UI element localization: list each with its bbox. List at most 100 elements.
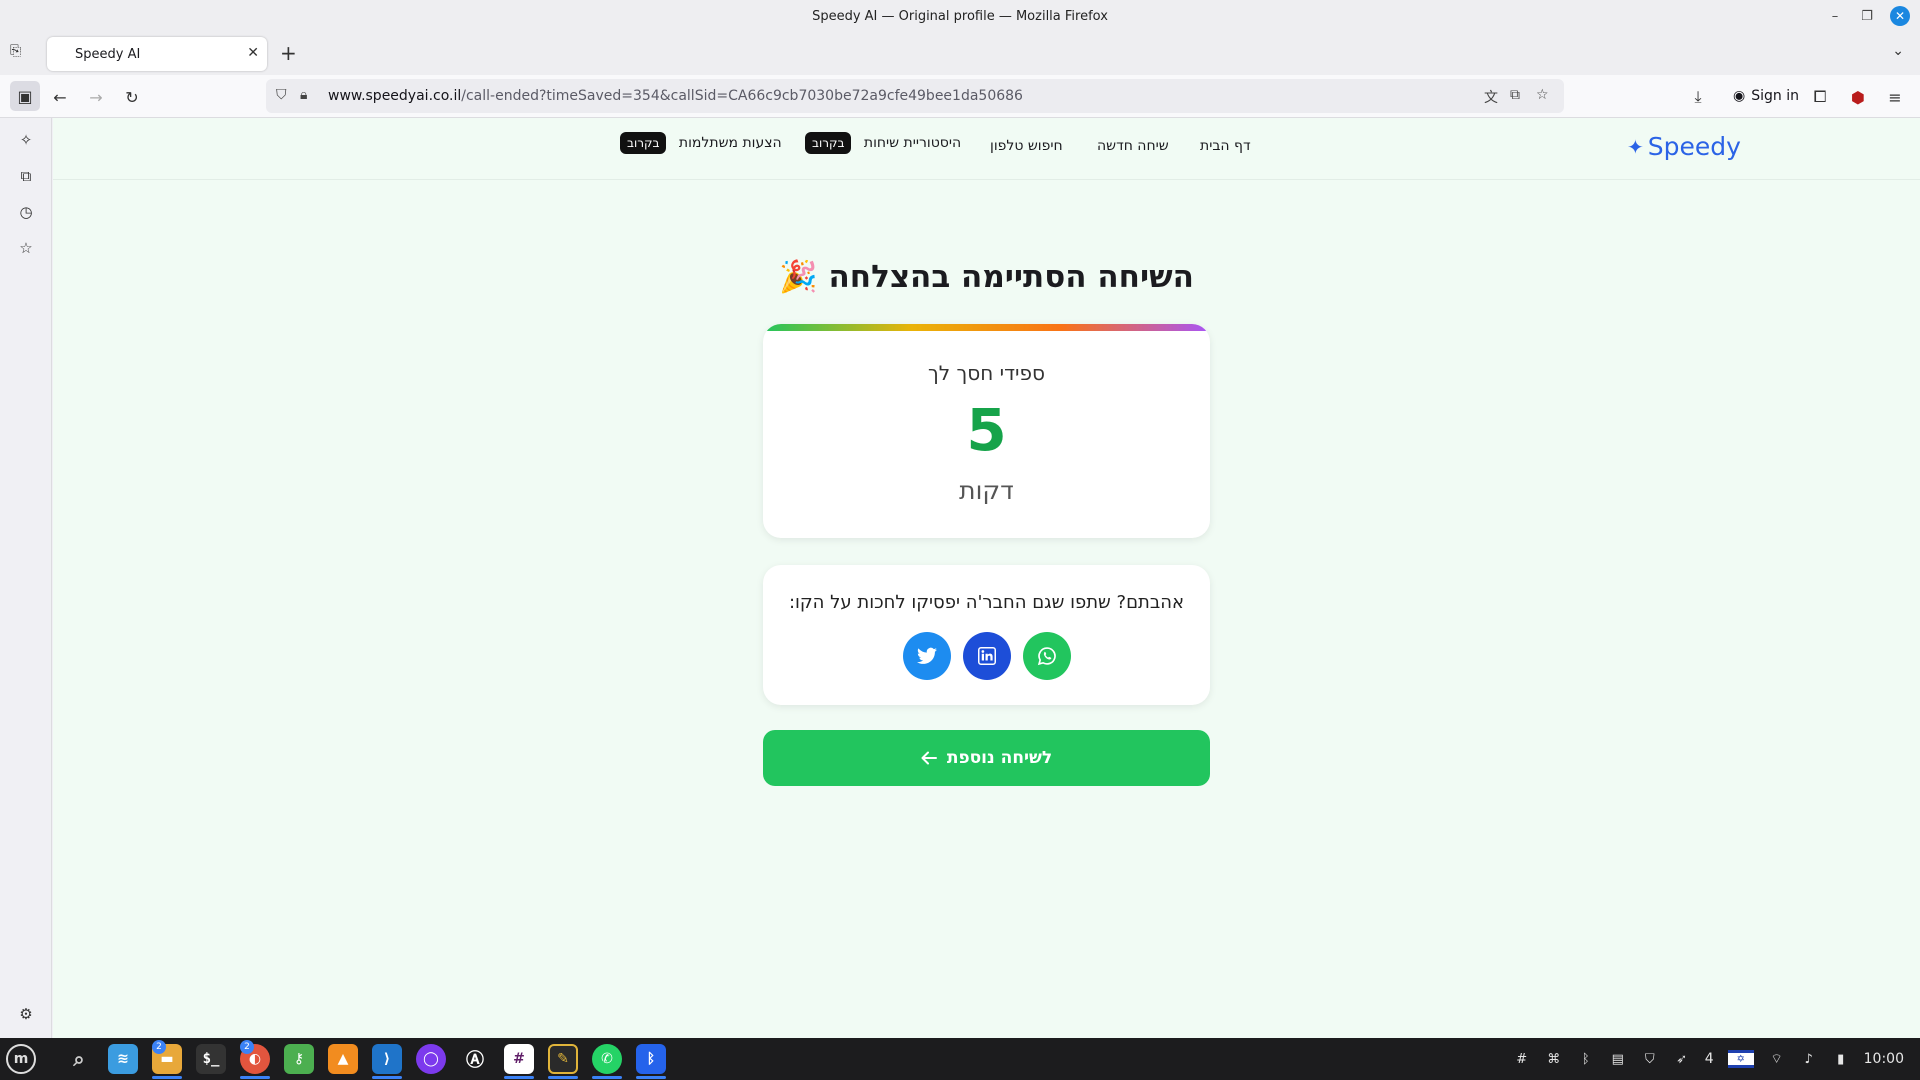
- history-icon[interactable]: ◷: [16, 202, 36, 222]
- share-prompt: אהבתם? שתפו שגם החבר'ה יפסיקו לחכות על ה…: [788, 592, 1185, 613]
- wifi-icon[interactable]: ⌔: [1768, 1050, 1786, 1068]
- url-text[interactable]: www.speedyai.co.il/call-ended?timeSaved=…: [328, 88, 1023, 104]
- nav-call-history[interactable]: היסטוריית שיחות בקרוב: [805, 132, 961, 154]
- chevron-down-icon[interactable]: ⌄: [1892, 43, 1904, 59]
- clock[interactable]: 10:00: [1864, 1051, 1904, 1067]
- keyboard-layout-flag-icon[interactable]: ✡: [1727, 1050, 1754, 1068]
- ublock-icon[interactable]: ⬢: [1846, 85, 1870, 109]
- share-twitter-button[interactable]: [902, 632, 951, 680]
- ai-chat-icon[interactable]: ✧: [16, 130, 36, 150]
- forward-arrow-icon[interactable]: →: [84, 85, 108, 109]
- terminal-icon[interactable]: $_: [196, 1044, 226, 1074]
- vscode-icon[interactable]: ⟩: [372, 1044, 402, 1074]
- nav-home[interactable]: דף הבית: [1200, 138, 1251, 154]
- vlc-icon[interactable]: ▲: [328, 1044, 358, 1074]
- nav-suggestions-label: הצעות משתלמות: [678, 135, 782, 151]
- workspace-count: 4: [1704, 1051, 1714, 1067]
- time-saved-label: ספידי חסך לך: [928, 361, 1045, 385]
- share-buttons: [763, 632, 1210, 680]
- tab-label: Speedy AI: [75, 46, 141, 62]
- files-active-indicator: [152, 1076, 182, 1079]
- slack-icon[interactable]: #: [504, 1044, 534, 1074]
- inkscape-icon[interactable]: ✎: [548, 1044, 578, 1074]
- account-icon: ◉: [1733, 88, 1746, 104]
- rocket-icon[interactable]: ➶: [1673, 1050, 1691, 1068]
- stack-app-icon[interactable]: ≋: [108, 1044, 138, 1074]
- soon-badge: בקרוב: [620, 132, 667, 154]
- minimize-icon[interactable]: –: [1826, 7, 1844, 25]
- keys-app-icon[interactable]: ⚷: [284, 1044, 314, 1074]
- page-title: השיחה הסתיימה בהצלחה 🎉: [779, 259, 1194, 295]
- bluetooth-app-icon[interactable]: ᛒ: [636, 1044, 666, 1074]
- time-saved-value: 5: [966, 396, 1007, 464]
- system-tray: # ⌘ ᛒ ▤ ⛉ ➶ 4 ✡ ⌔ ♪ ▮ 10:00: [1513, 1038, 1920, 1080]
- github-desktop-icon[interactable]: ◯: [416, 1044, 446, 1074]
- inkscape-active-indicator: [548, 1076, 578, 1079]
- settings-gear-icon[interactable]: ⚙: [16, 1004, 36, 1024]
- another-call-button[interactable]: לשיחה נוספת: [763, 730, 1210, 786]
- battery-icon[interactable]: ▮: [1832, 1050, 1850, 1068]
- sign-in-button[interactable]: ◉ Sign in: [1725, 81, 1807, 111]
- page-translate-icon[interactable]: ⧉: [1510, 87, 1520, 103]
- whatsapp-icon: [1037, 647, 1056, 666]
- window-controls: – ❐ ✕: [1826, 6, 1910, 26]
- rainbow-stripe: [763, 324, 1210, 331]
- arrow-left-icon: [921, 751, 937, 765]
- logo-text: Speedy: [1647, 132, 1741, 161]
- sign-in-label: Sign in: [1751, 88, 1799, 104]
- volume-icon[interactable]: ♪: [1800, 1050, 1818, 1068]
- sidebar-toggle-icon[interactable]: ▣: [10, 81, 40, 111]
- vscode-active-indicator: [372, 1076, 402, 1079]
- whatsapp-app-icon[interactable]: ✆: [592, 1044, 622, 1074]
- close-window-icon[interactable]: ✕: [1890, 6, 1910, 26]
- cta-label: לשיחה נוספת: [946, 748, 1053, 768]
- window-title: Speedy AI — Original profile — Mozilla F…: [812, 9, 1108, 24]
- search-icon[interactable]: ⌕: [64, 1044, 94, 1074]
- shield-icon[interactable]: ⛉: [276, 87, 287, 103]
- mint-menu-icon[interactable]: m: [6, 1044, 36, 1074]
- bookmark-star-icon[interactable]: ☆: [1536, 87, 1549, 103]
- tab-speedy-ai[interactable]: Speedy AI ✕: [47, 37, 267, 71]
- nav-call-history-label: היסטוריית שיחות: [863, 135, 962, 151]
- bookmarks-icon[interactable]: ☆: [16, 238, 36, 258]
- nav-suggestions[interactable]: הצעות משתלמות בקרוב: [620, 132, 782, 154]
- firefox-badge: 2: [240, 1040, 254, 1054]
- share-linkedin-button[interactable]: [962, 632, 1011, 680]
- bluetooth-icon[interactable]: ᛒ: [1577, 1050, 1595, 1068]
- bluetooth-active-indicator: [636, 1076, 666, 1079]
- time-saved-unit: דקות: [959, 476, 1014, 505]
- linkedin-icon: [977, 647, 996, 665]
- sparkle-icon: ✦: [1627, 134, 1644, 159]
- downloads-icon[interactable]: ⤓: [1686, 85, 1710, 109]
- translate-icon[interactable]: 文: [1484, 87, 1498, 107]
- synced-tabs-icon[interactable]: ⧉: [16, 166, 36, 186]
- lock-icon[interactable]: 🔒︎: [300, 87, 307, 103]
- nav-new-call[interactable]: שיחה חדשה: [1097, 138, 1169, 154]
- menu-icon[interactable]: ≡: [1883, 85, 1907, 109]
- navigation-toolbar: ▣ ← → ↻ ⛉ 🔒︎ www.speedyai.co.il/call-end…: [0, 75, 1920, 118]
- clipboard-icon[interactable]: ▤: [1609, 1050, 1627, 1068]
- files-badge: 2: [152, 1040, 166, 1054]
- tab-list-icon[interactable]: ⎘: [10, 43, 30, 63]
- reload-icon[interactable]: ↻: [120, 85, 144, 109]
- share-whatsapp-button[interactable]: [1022, 632, 1071, 680]
- url-host: www.speedyai.co.il: [328, 88, 462, 104]
- twitter-icon: [916, 647, 937, 664]
- nav-phone-search[interactable]: חיפוש טלפון: [990, 138, 1063, 154]
- share-card: אהבתם? שתפו שגם החבר'ה יפסיקו לחכות על ה…: [763, 565, 1210, 705]
- maximize-icon[interactable]: ❐: [1858, 7, 1876, 25]
- url-path: /call-ended?timeSaved=354&callSid=CA66c9…: [461, 88, 1023, 104]
- soon-badge: בקרוב: [805, 132, 852, 154]
- close-tab-icon[interactable]: ✕: [247, 45, 259, 61]
- back-arrow-icon[interactable]: ←: [48, 85, 72, 109]
- url-bar[interactable]: ⛉ 🔒︎ www.speedyai.co.il/call-ended?timeS…: [266, 79, 1564, 113]
- slack-tray-icon[interactable]: #: [1513, 1050, 1531, 1068]
- network-share-icon[interactable]: ⌘: [1545, 1050, 1563, 1068]
- shield-tray-icon[interactable]: ⛉: [1641, 1050, 1659, 1068]
- browser-sidebar: ✧ ⧉ ◷ ☆ ⚙: [0, 118, 52, 1038]
- tab-bar: ⎘ Speedy AI ✕ + ⌄: [0, 33, 1920, 75]
- new-tab-icon[interactable]: +: [280, 43, 297, 63]
- site-logo[interactable]: ✦ Speedy: [1627, 132, 1741, 161]
- appstore-icon[interactable]: Ⓐ: [460, 1044, 490, 1074]
- extensions-icon[interactable]: ⧠: [1808, 85, 1832, 109]
